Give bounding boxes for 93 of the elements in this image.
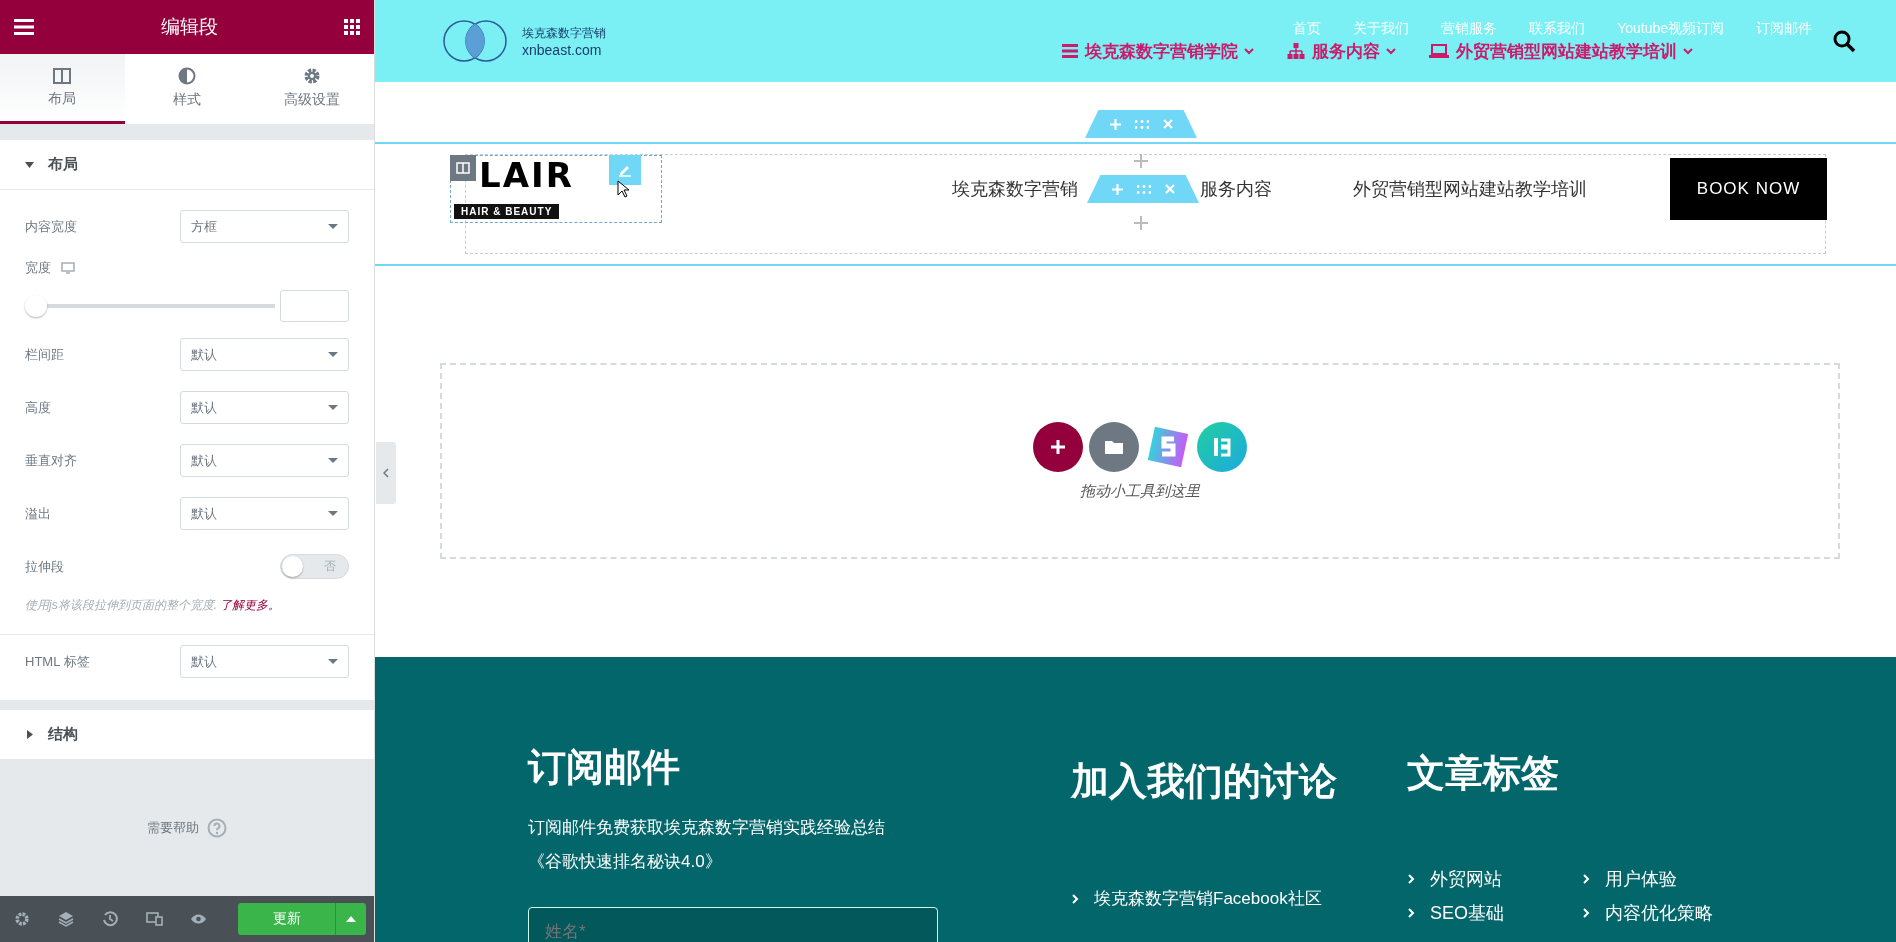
logo-text: LAIR xyxy=(479,156,574,194)
gear-icon xyxy=(302,66,321,85)
field-label: 宽度 xyxy=(25,259,51,277)
panel-tab[interactable]: 布局 xyxy=(0,54,125,124)
footer-heading: 加入我们的讨论 xyxy=(1071,759,1338,804)
field-label: 溢出 xyxy=(25,504,51,523)
add-icon[interactable] xyxy=(1134,216,1148,230)
search-icon[interactable] xyxy=(1832,29,1856,53)
kit-button[interactable] xyxy=(1197,421,1247,472)
logo-domain: xnbeast.com xyxy=(522,41,603,58)
grid-icon[interactable] xyxy=(344,19,360,35)
book-title: 《谷歌快速排名秘诀4.0》 xyxy=(528,851,723,873)
menu-item[interactable]: 埃克森数字营销学院 xyxy=(1062,39,1253,63)
caret-icon xyxy=(25,160,34,169)
menu-icon[interactable] xyxy=(14,19,34,35)
column-icon[interactable] xyxy=(450,155,476,181)
help-link[interactable]: 需要帮助 xyxy=(147,819,199,837)
chevron-icon xyxy=(1407,908,1415,918)
plus-icon[interactable] xyxy=(1109,118,1121,130)
update-button[interactable]: 更新 xyxy=(238,903,335,935)
field-label: 栏间距 xyxy=(25,345,64,364)
number-field[interactable] xyxy=(280,289,349,322)
book-now-button[interactable]: BOOK NOW xyxy=(1670,158,1827,220)
eye-icon[interactable] xyxy=(190,913,208,925)
learn-more-link[interactable]: 了解更多。 xyxy=(220,598,281,612)
select-field[interactable]: 默认 xyxy=(180,497,349,530)
close-icon[interactable] xyxy=(1162,119,1173,129)
panel-title: 编辑段 xyxy=(160,15,218,39)
select-field[interactable]: 默认 xyxy=(180,645,349,678)
question-icon[interactable] xyxy=(207,818,227,838)
folder-icon xyxy=(1105,439,1123,454)
logo-widget[interactable]: LAIR HAIR & BEAUTY xyxy=(450,155,662,223)
field-label: 内容宽度 xyxy=(25,217,77,236)
nav-link[interactable]: 外贸营销型网站建站教学培训 xyxy=(1353,177,1587,201)
add-icon[interactable] xyxy=(1134,154,1148,168)
edit-icon[interactable] xyxy=(609,155,641,185)
help-text: 使用js将该段拉伸到页面的整个宽度. 了解更多。 xyxy=(25,597,282,614)
layers-icon[interactable] xyxy=(58,911,75,927)
chevron-icon xyxy=(1386,47,1396,55)
cursor-icon xyxy=(617,180,629,198)
select-field[interactable]: 默认 xyxy=(180,444,349,477)
name-field[interactable]: 姓名* xyxy=(528,907,938,942)
tag-link[interactable]: 内容优化策略 xyxy=(1582,901,1757,925)
responsive-icon[interactable] xyxy=(146,912,164,926)
close-icon[interactable] xyxy=(1164,184,1175,194)
drop-hint: 拖动小工具到这里 xyxy=(1080,481,1200,501)
field-label: 高度 xyxy=(25,398,51,417)
chevron-icon xyxy=(1683,47,1693,55)
tag-link[interactable]: 用户体验 xyxy=(1582,867,1757,891)
select-field[interactable]: 默认 xyxy=(180,338,349,371)
drag-icon[interactable] xyxy=(1134,119,1149,129)
chevron-icon xyxy=(1582,908,1590,918)
desktop-icon xyxy=(61,262,75,274)
plus-icon[interactable] xyxy=(1111,183,1123,195)
template-button[interactable] xyxy=(1089,421,1139,472)
field-label: 垂直对齐 xyxy=(25,451,77,470)
contrast-icon xyxy=(178,66,196,85)
kit-logo-icon xyxy=(1213,436,1231,457)
collapse-handle[interactable] xyxy=(376,442,396,504)
footer-text: 订阅邮件免费获取埃克森数字营销实践经验总结 xyxy=(528,817,886,839)
list-icon xyxy=(1062,44,1078,58)
caret-icon xyxy=(25,730,34,739)
chevron-icon xyxy=(1244,47,1254,55)
settings-icon[interactable] xyxy=(14,911,30,927)
footer-heading: 文章标签 xyxy=(1407,751,1560,796)
chevron-icon xyxy=(1407,874,1415,884)
plus-icon xyxy=(1050,438,1066,455)
caret-icon xyxy=(345,916,356,922)
sitemap-icon xyxy=(1287,43,1305,59)
menu-item[interactable]: 服务内容 xyxy=(1287,39,1395,63)
select-field[interactable]: 默认 xyxy=(180,391,349,424)
chevron-icon xyxy=(1071,893,1079,904)
slider-thumb[interactable] xyxy=(25,294,47,317)
nav-link[interactable]: 服务内容 xyxy=(1200,177,1272,201)
logo-tagline: HAIR & BEAUTY xyxy=(454,204,560,219)
tag-link[interactable]: 外贸网站 xyxy=(1407,867,1582,891)
field-label: 拉伸段 xyxy=(25,557,64,576)
select-field[interactable]: 方框 xyxy=(180,210,349,243)
nav-link[interactable]: 埃克森数字营销 xyxy=(952,177,1078,201)
drag-icon[interactable] xyxy=(1136,184,1151,194)
menu-item[interactable]: 外贸营销型网站建站教学培训 xyxy=(1429,39,1692,63)
caret-button[interactable] xyxy=(334,903,366,935)
history-icon[interactable] xyxy=(102,911,119,927)
logo-name: 埃克森数字营销 xyxy=(522,24,606,42)
add-button[interactable] xyxy=(1033,421,1083,472)
drop-zone[interactable]: 拖动小工具到这里 xyxy=(440,363,1840,559)
chevron-icon xyxy=(1582,874,1590,884)
footer-heading: 订阅邮件 xyxy=(528,745,681,790)
tag-link[interactable]: SEO基础 xyxy=(1407,901,1582,925)
columns-icon xyxy=(53,67,72,84)
laptop-icon xyxy=(1429,44,1449,58)
footer-link[interactable]: 埃克森数字营销Facebook社区 xyxy=(1071,887,1407,910)
field-label: HTML 标签 xyxy=(25,652,90,671)
